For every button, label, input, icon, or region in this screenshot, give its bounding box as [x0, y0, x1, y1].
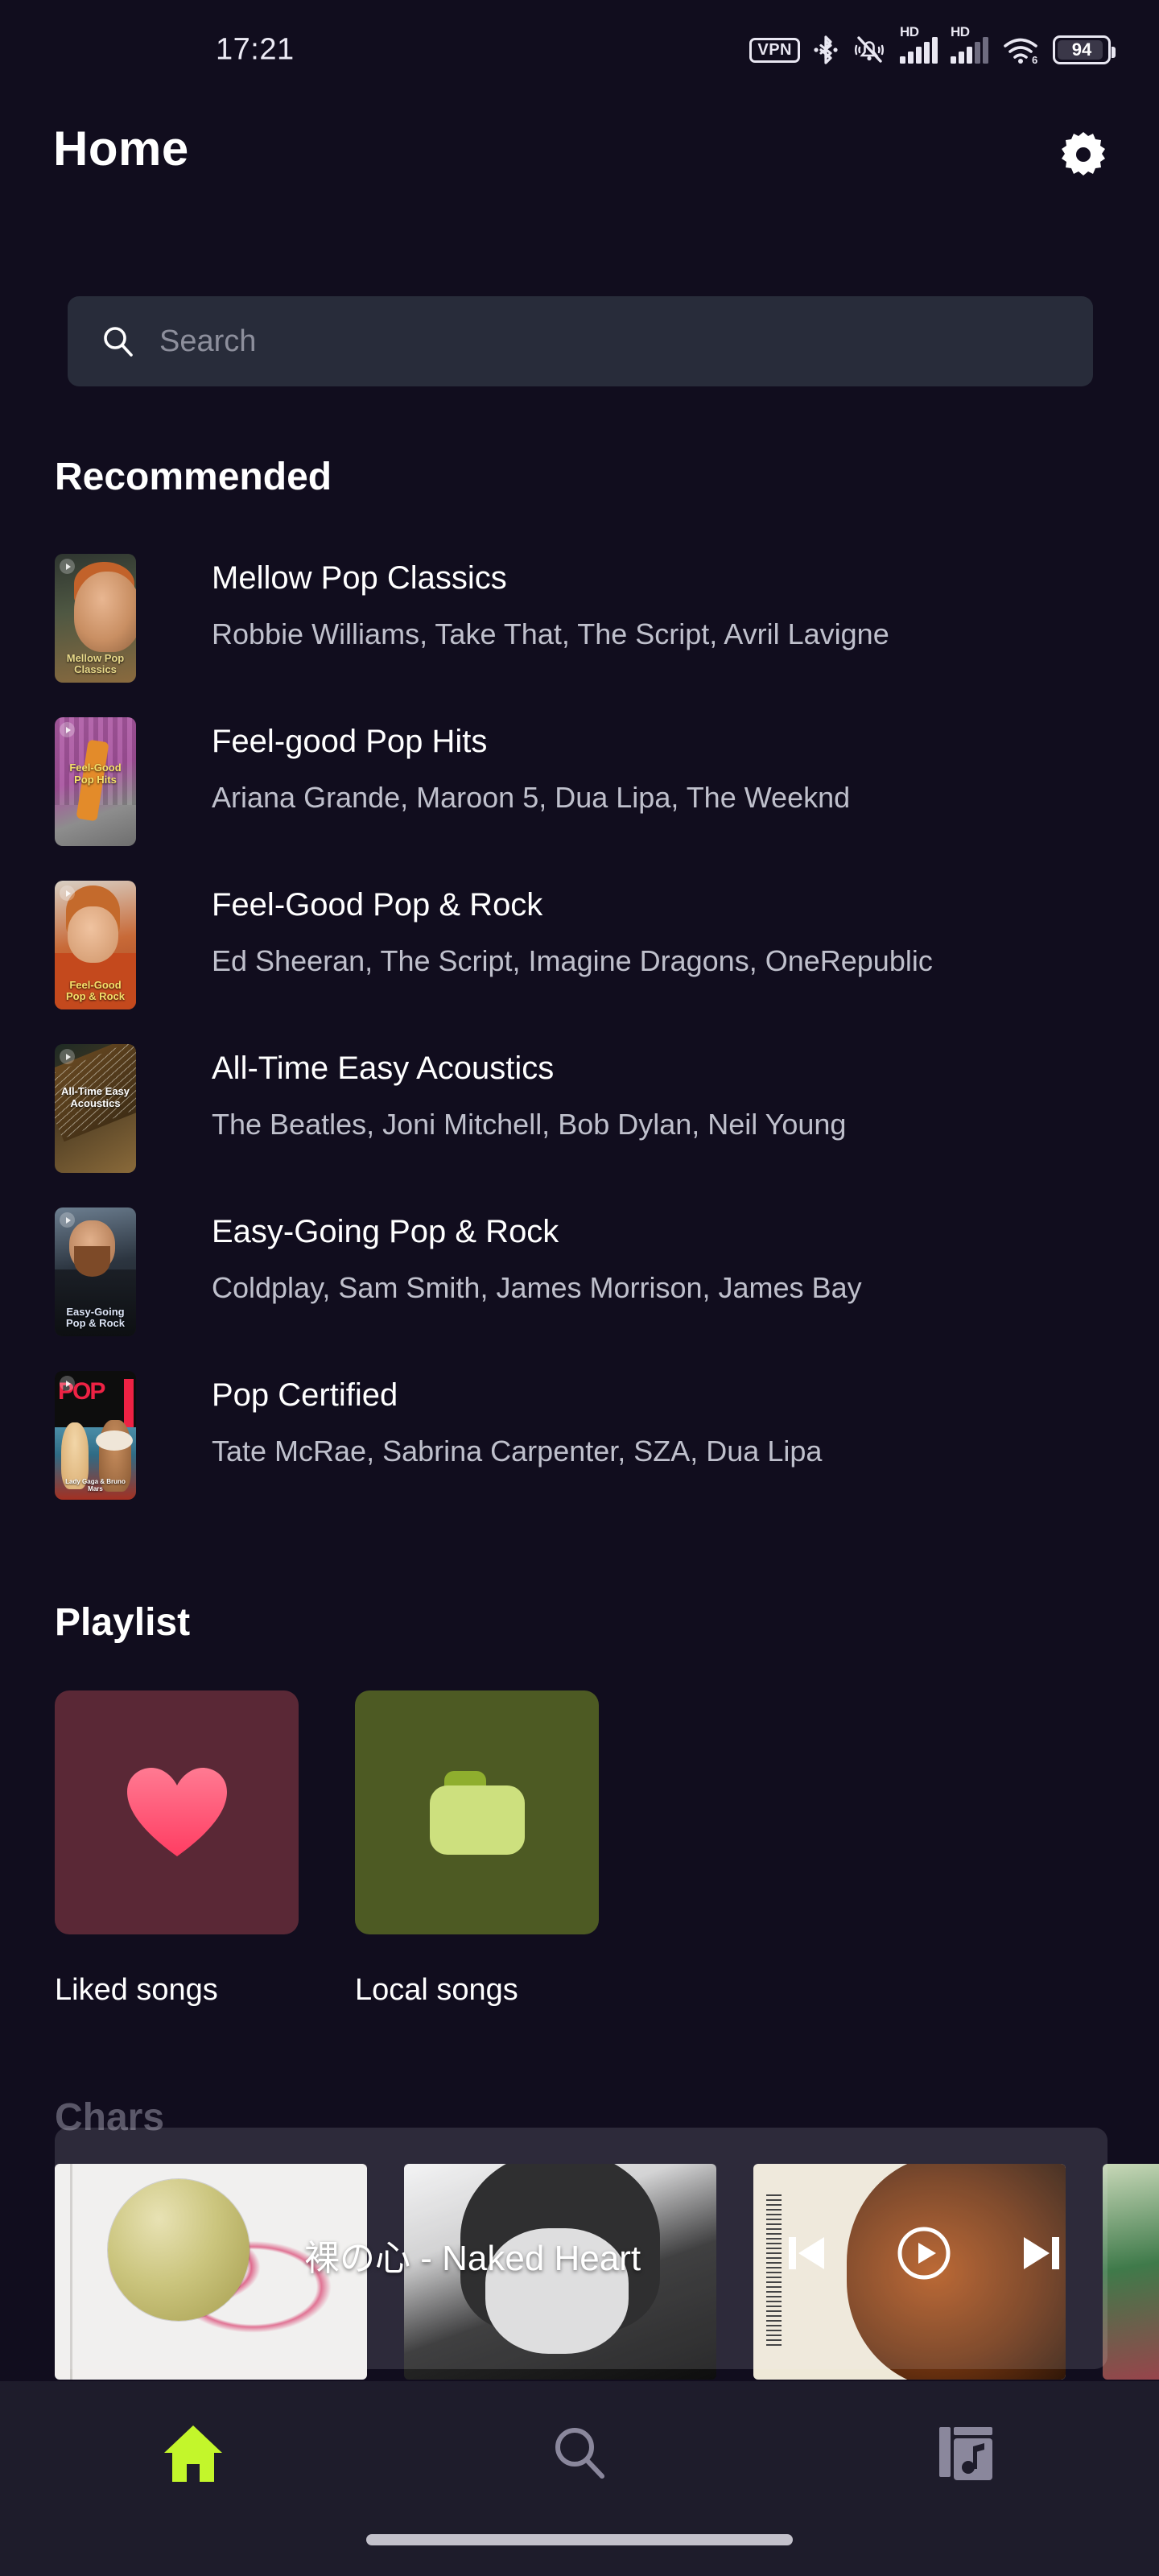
skip-previous-icon[interactable] — [777, 2224, 835, 2282]
wifi-icon: 6 — [1004, 38, 1037, 65]
skip-next-icon[interactable] — [1013, 2224, 1070, 2282]
list-item[interactable]: POP Lady Gaga & Bruno Mars Pop Certified… — [0, 1371, 1159, 1534]
playlist-card-local-songs[interactable]: Local songs — [355, 1690, 599, 2008]
list-item[interactable]: All-Time Easy Acoustics All-Time Easy Ac… — [0, 1044, 1159, 1208]
section-title-recommended: Recommended — [55, 456, 332, 498]
battery-percent: 94 — [1071, 39, 1092, 60]
nav-item-home[interactable] — [0, 2381, 386, 2526]
playlist-artists: Coldplay, Sam Smith, James Morrison, Jam… — [212, 1271, 862, 1304]
cover-caption-line1: Mellow Pop — [66, 651, 125, 664]
library-music-icon — [939, 2427, 992, 2480]
playlist-card-label: Liked songs — [55, 1973, 218, 2007]
playlist-card-label: Local songs — [355, 1973, 518, 2007]
folder-icon — [429, 1770, 525, 1855]
list-item[interactable]: Feel-Good Pop Hits Feel-good Pop Hits Ar… — [0, 717, 1159, 881]
page-header: Home — [0, 121, 1159, 217]
cover-caption-line1: Feel-Good — [69, 978, 122, 991]
home-icon — [164, 2425, 222, 2482]
search-icon — [555, 2428, 604, 2479]
play-circle-icon[interactable] — [895, 2224, 953, 2282]
cover-caption-line1: Feel-Good — [69, 762, 122, 774]
heart-icon — [126, 1767, 227, 1856]
playlist-name: Easy-Going Pop & Rock — [212, 1214, 559, 1249]
hd-label-2: HD — [951, 24, 970, 39]
nav-item-library[interactable] — [773, 2381, 1159, 2526]
playlist-cover[interactable]: POP Lady Gaga & Bruno Mars — [55, 1371, 136, 1500]
gear-icon[interactable] — [1058, 129, 1109, 180]
status-clock: 17:21 — [216, 32, 295, 67]
page-title: Home — [53, 122, 189, 175]
liked-songs-card[interactable] — [55, 1690, 299, 1934]
bell-muted-icon — [855, 36, 884, 63]
playlist-name: Pop Certified — [212, 1377, 398, 1413]
play-badge-icon — [60, 559, 75, 574]
playlist-name: Feel-good Pop Hits — [212, 724, 488, 759]
playlist-grid: Liked songs Local songs — [55, 1690, 599, 2008]
app-root: 17:21 VPN HD HD 6 94 Home Search Recomme… — [0, 0, 1159, 2576]
list-item[interactable]: Mellow Pop Classics Mellow Pop Classics … — [0, 554, 1159, 717]
playlist-cover[interactable]: Easy-Going Pop & Rock — [55, 1208, 136, 1336]
cover-caption-line1: All-Time Easy — [60, 1085, 130, 1097]
playlist-name: Feel-Good Pop & Rock — [212, 887, 543, 923]
playlist-artists: Robbie Williams, Take That, The Script, … — [212, 617, 889, 650]
playlist-name: Mellow Pop Classics — [212, 560, 507, 596]
playlist-artists: Tate McRae, Sabrina Carpenter, SZA, Dua … — [212, 1435, 823, 1468]
cellular-signal-icon-1: HD — [900, 24, 938, 64]
bluetooth-icon — [814, 35, 838, 64]
play-badge-icon — [60, 1376, 75, 1391]
status-icons: VPN HD HD 6 94 — [749, 24, 1116, 66]
cover-caption-line2: Pop & Rock — [66, 1317, 125, 1330]
mini-player[interactable]: 裸の心 - Naked Heart — [55, 2128, 1107, 2369]
now-playing-title: 裸の心 - Naked Heart — [304, 2239, 641, 2278]
play-badge-icon — [60, 886, 75, 901]
playlist-artists: Ed Sheeran, The Script, Imagine Dragons,… — [212, 944, 933, 977]
chart-album-tile[interactable] — [1103, 2164, 1159, 2380]
vpn-badge: VPN — [749, 37, 800, 63]
cover-caption-line2: Classics — [74, 663, 117, 676]
playlist-artists: Ariana Grande, Maroon 5, Dua Lipa, The W… — [212, 781, 851, 814]
cover-caption-line2: Lady Gaga & Bruno Mars — [65, 1478, 126, 1493]
cover-caption-line2: Acoustics — [70, 1096, 121, 1109]
cover-caption-line1: Easy-Going — [66, 1305, 125, 1318]
battery-icon: 94 — [1053, 35, 1116, 64]
recommended-list: Mellow Pop Classics Mellow Pop Classics … — [0, 554, 1159, 1534]
mini-player-controls — [777, 2224, 1070, 2282]
play-badge-icon — [60, 722, 75, 737]
search-placeholder: Search — [159, 324, 257, 358]
hd-label-1: HD — [900, 24, 919, 39]
cellular-signal-icon-2: HD — [951, 24, 988, 64]
list-item[interactable]: Easy-Going Pop & Rock Easy-Going Pop & R… — [0, 1208, 1159, 1371]
now-playing-artwork[interactable] — [108, 2179, 250, 2321]
playlist-cover[interactable]: Feel-Good Pop & Rock — [55, 881, 136, 1009]
playlist-name: All-Time Easy Acoustics — [212, 1051, 555, 1086]
playlist-artists: The Beatles, Joni Mitchell, Bob Dylan, N… — [212, 1108, 847, 1141]
gesture-bar[interactable] — [366, 2534, 793, 2545]
local-songs-card[interactable] — [355, 1690, 599, 1934]
wifi-generation-label: 6 — [1032, 54, 1037, 65]
status-bar: 17:21 VPN HD HD 6 94 — [0, 0, 1159, 89]
play-badge-icon — [60, 1212, 75, 1228]
search-icon — [104, 327, 133, 357]
cover-caption-line2: Pop & Rock — [66, 990, 125, 1003]
cover-caption-line2: Pop Hits — [74, 773, 117, 786]
search-input[interactable]: Search — [68, 296, 1093, 386]
nav-item-search[interactable] — [386, 2381, 773, 2526]
playlist-cover[interactable]: All-Time Easy Acoustics — [55, 1044, 136, 1173]
bottom-navigation — [0, 2381, 1159, 2576]
playlist-card-liked-songs[interactable]: Liked songs — [55, 1690, 299, 2008]
list-item[interactable]: Feel-Good Pop & Rock Feel-Good Pop & Roc… — [0, 881, 1159, 1044]
play-badge-icon — [60, 1049, 75, 1064]
section-title-playlist: Playlist — [55, 1601, 191, 1644]
playlist-cover[interactable]: Feel-Good Pop Hits — [55, 717, 136, 846]
playlist-cover[interactable]: Mellow Pop Classics — [55, 554, 136, 683]
